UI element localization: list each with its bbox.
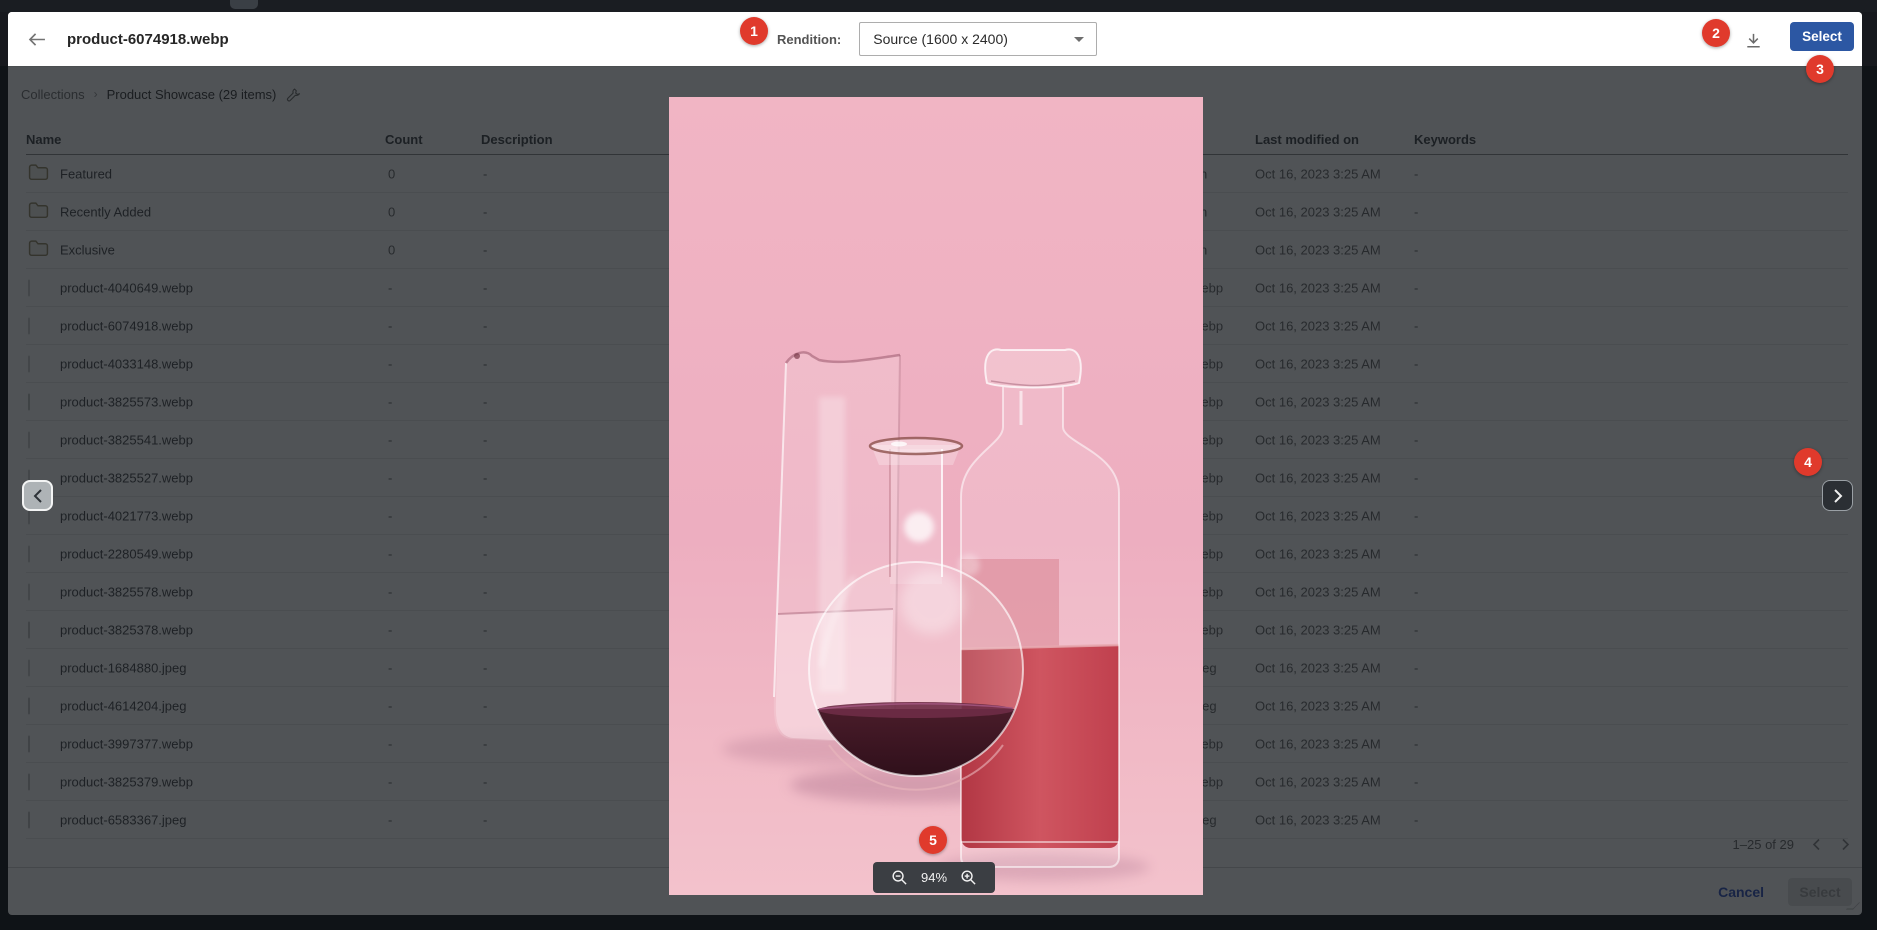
preview-header: product-6074918.webp Rendition: Source (… (8, 12, 1862, 66)
select-button[interactable]: Select (1790, 22, 1854, 51)
zoom-in-icon[interactable] (960, 869, 977, 886)
back-button[interactable] (24, 28, 48, 50)
previous-asset-button[interactable] (22, 480, 53, 511)
rendition-group: Rendition: Source (1600 x 2400) (777, 12, 1097, 66)
zoom-controls: 94% (873, 862, 995, 893)
annotation-badge-2: 2 (1702, 19, 1730, 47)
preview-filename: product-6074918.webp (67, 12, 229, 66)
zoom-out-icon[interactable] (891, 869, 908, 886)
browser-strip-pill (230, 0, 258, 9)
annotation-badge-4: 4 (1794, 448, 1822, 476)
next-asset-button[interactable] (1822, 480, 1853, 511)
annotation-badge-3: 3 (1806, 55, 1834, 83)
screen: Collections › Product Showcase (29 items… (0, 0, 1877, 930)
rendition-label: Rendition: (777, 32, 841, 47)
zoom-level: 94% (921, 870, 947, 885)
annotation-badge-1: 1 (740, 17, 768, 45)
preview-image[interactable] (669, 97, 1203, 895)
annotation-badge-5: 5 (919, 826, 947, 854)
download-icon[interactable] (1740, 28, 1766, 52)
rendition-dropdown[interactable]: Source (1600 x 2400) (859, 22, 1097, 56)
chevron-down-icon (1074, 37, 1084, 42)
rendition-value: Source (1600 x 2400) (873, 31, 1008, 47)
browser-strip (0, 0, 1877, 12)
